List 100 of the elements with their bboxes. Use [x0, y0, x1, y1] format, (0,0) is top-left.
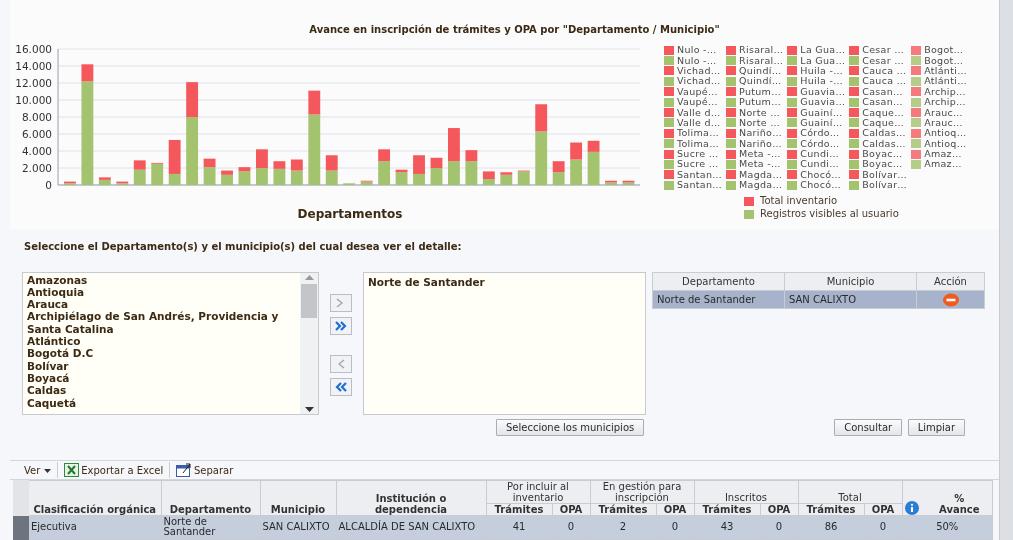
legend-item[interactable]: Guavia…: [787, 96, 846, 108]
legend-item[interactable]: Cundi…: [787, 159, 846, 170]
legend-item[interactable]: Huila -…: [787, 65, 846, 77]
legend-item[interactable]: Nulo -…: [664, 55, 723, 66]
legend-item[interactable]: Putum…: [726, 86, 784, 97]
legend-item[interactable]: Cauca …: [849, 65, 908, 77]
legend-item[interactable]: Nariño…: [726, 128, 784, 139]
legend-item[interactable]: Risaral…: [726, 45, 784, 56]
select-municipalities-button[interactable]: Seleccione los municipios: [496, 418, 645, 436]
legend-item[interactable]: Bogot…: [911, 55, 967, 66]
legend-item[interactable]: Putum…: [726, 96, 784, 108]
legend-item[interactable]: Casan…: [849, 96, 908, 108]
legend-item[interactable]: Norte …: [726, 117, 784, 129]
table-row[interactable]: Norte de Santander SAN CALIXTO: [652, 290, 985, 309]
legend-item[interactable]: Meta -…: [726, 159, 784, 170]
legend-item[interactable]: Vichad…: [664, 65, 723, 77]
legend-item[interactable]: Nulo -…: [664, 45, 723, 56]
list-item[interactable]: Amazonas: [27, 273, 296, 286]
list-item[interactable]: Bolívar: [27, 359, 296, 372]
legend-item[interactable]: La Gua…: [787, 55, 846, 66]
table-row[interactable]: Ejecutiva Norte de Santander SAN CALIXTO ALCALDÍA DE SAN CALIXTO 41 0 2 0 43 0 86 0 50%: [21, 515, 993, 540]
legend-item[interactable]: Arauc…: [911, 107, 967, 118]
scrollbar-thumb[interactable]: [301, 283, 317, 318]
legend-item[interactable]: Boyac…: [849, 159, 908, 170]
list-item[interactable]: Caldas: [27, 384, 296, 397]
legend-item[interactable]: Vaupé…: [664, 86, 723, 97]
list-item[interactable]: Norte de Santander: [368, 274, 641, 291]
legend-item[interactable]: Antioq…: [911, 138, 967, 149]
legend-item[interactable]: Atlánti…: [911, 76, 967, 87]
legend-item[interactable]: Quindí…: [726, 76, 784, 87]
legend-item[interactable]: Risaral…: [726, 55, 784, 66]
list-item[interactable]: Boyacá: [27, 371, 296, 385]
move-button[interactable]: [330, 316, 352, 335]
legend-item[interactable]: Guainí…: [787, 107, 846, 118]
legend-item[interactable]: Norte …: [726, 107, 784, 118]
legend-item[interactable]: Cesar …: [849, 45, 908, 56]
legend-item[interactable]: Bogot…: [911, 45, 967, 56]
legend-item[interactable]: Archip…: [911, 86, 967, 97]
legend-item[interactable]: Casan…: [849, 86, 908, 97]
list-item[interactable]: Archipiélago de San Andrés, Providencia y Santa Catalina: [27, 310, 296, 336]
legend-item[interactable]: Meta -…: [726, 148, 784, 160]
legend-item[interactable]: Arauc…: [911, 117, 967, 129]
list-item[interactable]: Arauca: [27, 298, 296, 311]
legend-item[interactable]: Atlánti…: [911, 65, 967, 77]
legend-item[interactable]: Bolívar…: [849, 169, 908, 181]
legend-item[interactable]: Boyac…: [849, 148, 908, 160]
legend-item[interactable]: Magda…: [726, 180, 784, 191]
legend-item[interactable]: Tolima…: [664, 138, 723, 149]
scroll-down-icon[interactable]: [304, 406, 314, 412]
legend-item[interactable]: Córdo…: [787, 128, 846, 139]
legend-item[interactable]: Cesar …: [849, 55, 908, 66]
selected-department-list[interactable]: Norte de Santander: [363, 271, 646, 415]
legend-item[interactable]: Bolívar…: [849, 180, 908, 191]
legend-item[interactable]: Vaupé…: [664, 96, 723, 108]
legend-item[interactable]: Tolima…: [664, 128, 723, 139]
legend-item[interactable]: Amaz…: [911, 159, 967, 170]
list-item[interactable]: Caquetá: [27, 396, 296, 409]
list-item[interactable]: Atlántico: [27, 335, 296, 348]
legend-item[interactable]: Caldas…: [849, 138, 908, 149]
legend-item[interactable]: Cauca …: [849, 76, 908, 87]
detach-button[interactable]: Separar: [176, 462, 234, 478]
legend-item[interactable]: Guainí…: [787, 117, 846, 129]
legend-item[interactable]: Sucre …: [664, 148, 723, 160]
legend-item[interactable]: Registros visibles al usuario: [744, 209, 967, 220]
legend-item[interactable]: Archip…: [911, 96, 967, 108]
legend-item[interactable]: Chocó…: [787, 180, 846, 191]
legend-item[interactable]: Huila -…: [787, 76, 846, 87]
legend-item[interactable]: Total inventario: [744, 196, 967, 207]
legend-item[interactable]: La Gua…: [787, 45, 846, 56]
view-menu[interactable]: Ver: [24, 462, 51, 478]
legend-item[interactable]: Magda…: [726, 169, 784, 181]
legend-item[interactable]: Chocó…: [787, 169, 846, 181]
legend-item[interactable]: Santan…: [664, 180, 723, 191]
department-list[interactable]: Amazonas Antioquia Arauca Archipiélago de San Andrés, Providencia y Santa Catalina Atlántico Bogotá D.C Bolívar Boyacá Caldas Caquetá: [22, 271, 319, 415]
legend-item[interactable]: Caldas…: [849, 128, 908, 139]
legend-item[interactable]: Nariño…: [726, 138, 784, 149]
list-item[interactable]: Bogotá D.C: [27, 347, 296, 360]
legend-item[interactable]: Sucre …: [664, 159, 723, 170]
legend-item[interactable]: Córdo…: [787, 138, 846, 149]
legend-item[interactable]: Caque…: [849, 117, 908, 129]
clear-button[interactable]: Limpiar: [907, 418, 966, 436]
scroll-up-icon[interactable]: [304, 274, 314, 280]
legend-item[interactable]: Amaz…: [911, 148, 967, 160]
legend-item[interactable]: Valle d…: [664, 117, 723, 129]
legend-item[interactable]: Quindí…: [726, 65, 784, 77]
legend-item[interactable]: Cundi…: [787, 148, 846, 160]
legend-item[interactable]: Valle d…: [664, 107, 723, 118]
move-button[interactable]: [330, 377, 352, 396]
legend-item[interactable]: Guavia…: [787, 86, 846, 97]
list-item[interactable]: Antioquia: [27, 285, 296, 299]
legend-item[interactable]: Santan…: [664, 169, 723, 181]
legend-item[interactable]: Caque…: [849, 107, 908, 118]
scrollbar[interactable]: [999, 0, 1013, 540]
export-button[interactable]: Exportar a Excel: [63, 462, 164, 478]
legend-item[interactable]: Vichad…: [664, 76, 723, 87]
remove-icon[interactable]: [942, 292, 959, 307]
query-button[interactable]: Consultar: [834, 418, 903, 436]
legend-item[interactable]: Antioq…: [911, 128, 967, 139]
scrollbar[interactable]: [300, 272, 318, 414]
info-icon[interactable]: [904, 501, 919, 515]
